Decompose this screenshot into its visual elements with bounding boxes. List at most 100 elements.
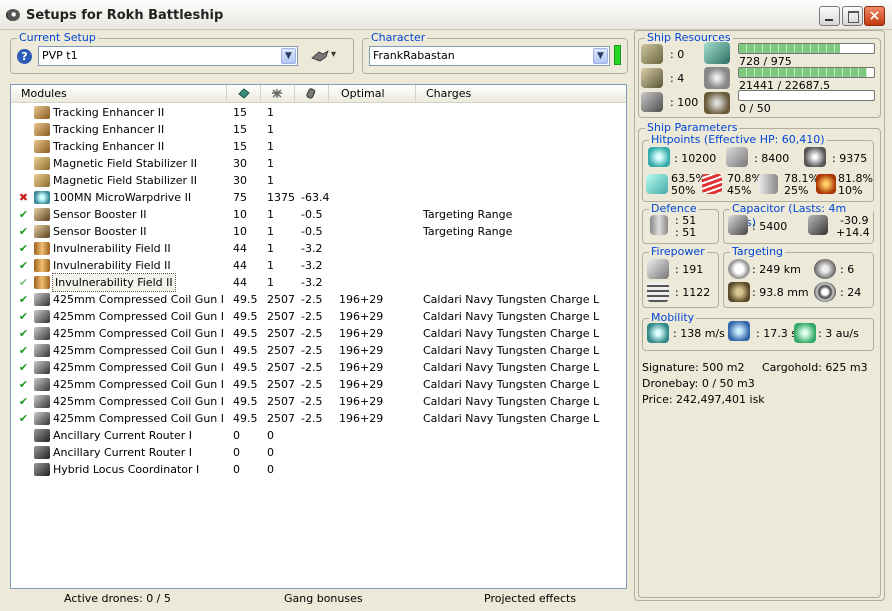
railgun-icon: [34, 293, 50, 306]
module-cpu: 44: [233, 259, 247, 272]
module-powergrid: 0: [267, 429, 274, 442]
sensor-booster-icon: [34, 225, 50, 238]
setup-select[interactable]: PVP t1 ▼: [38, 46, 298, 66]
module-row[interactable]: ✔ 425mm Compressed Coil Gun I 49.5 2507 -2.5…: [11, 359, 626, 376]
tracking-enhancer-icon: [34, 106, 50, 119]
projected-effects-status[interactable]: Projected effects: [484, 592, 576, 606]
module-cpu: 10: [233, 208, 247, 221]
turret-dps-icon: [647, 259, 669, 279]
railgun-icon: [34, 412, 50, 425]
help-icon[interactable]: ?: [17, 49, 32, 64]
railgun-icon: [34, 361, 50, 374]
module-row[interactable]: Magnetic Field Stabilizer II 30 1: [11, 172, 626, 189]
gang-bonuses-status[interactable]: Gang bonuses: [284, 592, 363, 606]
module-row[interactable]: Ancillary Current Router I 0 0: [11, 444, 626, 461]
module-capacitor: -3.2: [301, 276, 323, 289]
module-status-icon: ✔: [18, 259, 29, 272]
module-powergrid: 1: [267, 157, 274, 170]
module-powergrid: 1: [267, 259, 274, 272]
modules-list[interactable]: Modules Optimal Charges Tracking Enhance…: [10, 84, 627, 589]
chevron-down-icon[interactable]: ▼: [593, 48, 608, 64]
module-row[interactable]: ✔ Sensor Booster II 10 1 -0.5 Targeting Range: [11, 206, 626, 223]
magnetic-stabilizer-icon: [34, 157, 50, 170]
targeting-label: Targeting: [730, 245, 786, 259]
module-powergrid: 1: [267, 242, 274, 255]
character-select[interactable]: FrankRabastan ▼: [369, 46, 610, 66]
module-row[interactable]: ✔ 425mm Compressed Coil Gun I 49.5 2507 -2.5…: [11, 376, 626, 393]
module-charges: Caldari Navy Tungsten Charge L: [423, 395, 600, 408]
column-optimal[interactable]: Optimal: [329, 85, 416, 103]
warp-speed-value: : 3 au/s: [818, 327, 859, 340]
module-cpu: 0: [233, 446, 240, 459]
thermal-resist-value-2: 45%: [727, 184, 752, 197]
chevron-down-icon[interactable]: ▼: [281, 48, 296, 64]
module-cpu: 0: [233, 429, 240, 442]
module-status-icon: ✔: [18, 276, 29, 289]
module-cpu: 30: [233, 157, 247, 170]
module-row[interactable]: Tracking Enhancer II 15 1: [11, 121, 626, 138]
module-row[interactable]: Ancillary Current Router I 0 0: [11, 427, 626, 444]
defence-icon: [650, 215, 668, 235]
close-button[interactable]: ×: [864, 6, 885, 26]
module-row[interactable]: ✖ 100MN MicroWarpdrive II 75 1375 -63.4: [11, 189, 626, 206]
module-capacitor: -2.5: [301, 412, 323, 425]
invulnerability-field-icon: [34, 242, 50, 255]
module-status-icon: ✔: [18, 242, 29, 255]
drone-bandwidth-value: 0 / 50: [739, 102, 771, 115]
module-cpu: 49.5: [233, 395, 258, 408]
column-powergrid[interactable]: [261, 85, 295, 103]
module-row[interactable]: ✔ Invulnerability Field II 44 1 -3.2: [11, 273, 626, 292]
column-cpu[interactable]: [227, 85, 261, 103]
module-row[interactable]: ✔ 425mm Compressed Coil Gun I 49.5 2507 -2.5…: [11, 291, 626, 308]
module-row[interactable]: ✔ 425mm Compressed Coil Gun I 49.5 2507 -2.5…: [11, 325, 626, 342]
column-charges[interactable]: Charges: [416, 85, 626, 103]
module-status-icon: ✔: [18, 344, 29, 357]
module-name: Ancillary Current Router I: [53, 446, 192, 459]
module-status-icon: ✔: [18, 395, 29, 408]
column-capacitor[interactable]: [295, 85, 329, 103]
module-status-icon: ✔: [18, 310, 29, 323]
module-cpu: 15: [233, 123, 247, 136]
module-powergrid: 1: [267, 174, 274, 187]
module-capacitor: -3.2: [301, 242, 323, 255]
module-name: 425mm Compressed Coil Gun I: [53, 395, 225, 408]
module-row[interactable]: ✔ Invulnerability Field II 44 1 -3.2: [11, 240, 626, 257]
kinetic-resist-icon: [758, 174, 778, 194]
module-row[interactable]: ✔ 425mm Compressed Coil Gun I 49.5 2507 -2.5…: [11, 308, 626, 325]
powergrid-bar-fill: [739, 68, 867, 77]
setup-tools-button[interactable]: ▾: [309, 46, 339, 66]
module-row[interactable]: ✔ Sensor Booster II 10 1 -0.5 Targeting Range: [11, 223, 626, 240]
module-row[interactable]: Tracking Enhancer II 15 1: [11, 104, 626, 121]
column-modules[interactable]: Modules: [11, 85, 227, 103]
volley-icon: [647, 282, 669, 302]
maximize-button[interactable]: [842, 6, 863, 26]
structure-icon: [804, 147, 826, 167]
module-capacitor: -2.5: [301, 378, 323, 391]
current-setup-label: Current Setup: [17, 31, 98, 45]
minimize-button[interactable]: [819, 6, 840, 26]
kinetic-resist-value-2: 25%: [784, 184, 809, 197]
module-row[interactable]: ✔ 425mm Compressed Coil Gun I 49.5 2507 -2.5…: [11, 393, 626, 410]
module-name: 100MN MicroWarpdrive II: [53, 191, 192, 204]
firepower-volley-value: : 1122: [675, 286, 711, 299]
dronebay-value: Dronebay: 0 / 50 m3: [642, 377, 755, 390]
module-row[interactable]: ✔ 425mm Compressed Coil Gun I 49.5 2507 -2.5…: [11, 342, 626, 359]
em-resist-icon: [646, 174, 668, 194]
modules-list-header: Modules Optimal Charges: [11, 85, 626, 103]
module-row[interactable]: ✔ Invulnerability Field II 44 1 -3.2: [11, 257, 626, 274]
powergrid-icon: [704, 67, 730, 89]
module-powergrid: 2507: [267, 344, 295, 357]
module-row[interactable]: Hybrid Locus Coordinator I 0 0: [11, 461, 626, 478]
module-optimal: 196+29: [339, 344, 384, 357]
module-name: 425mm Compressed Coil Gun I: [53, 378, 225, 391]
module-capacitor: -2.5: [301, 327, 323, 340]
module-charges: Caldari Navy Tungsten Charge L: [423, 361, 600, 374]
module-name: Ancillary Current Router I: [53, 429, 192, 442]
module-cpu: 49.5: [233, 293, 258, 306]
module-row[interactable]: ✔ 425mm Compressed Coil Gun I 49.5 2507 -2.5…: [11, 410, 626, 427]
module-capacitor: -2.5: [301, 395, 323, 408]
active-drones-status[interactable]: Active drones: 0 / 5: [64, 592, 171, 606]
module-row[interactable]: Magnetic Field Stabilizer II 30 1: [11, 155, 626, 172]
module-row[interactable]: Tracking Enhancer II 15 1: [11, 138, 626, 155]
module-cpu: 49.5: [233, 378, 258, 391]
